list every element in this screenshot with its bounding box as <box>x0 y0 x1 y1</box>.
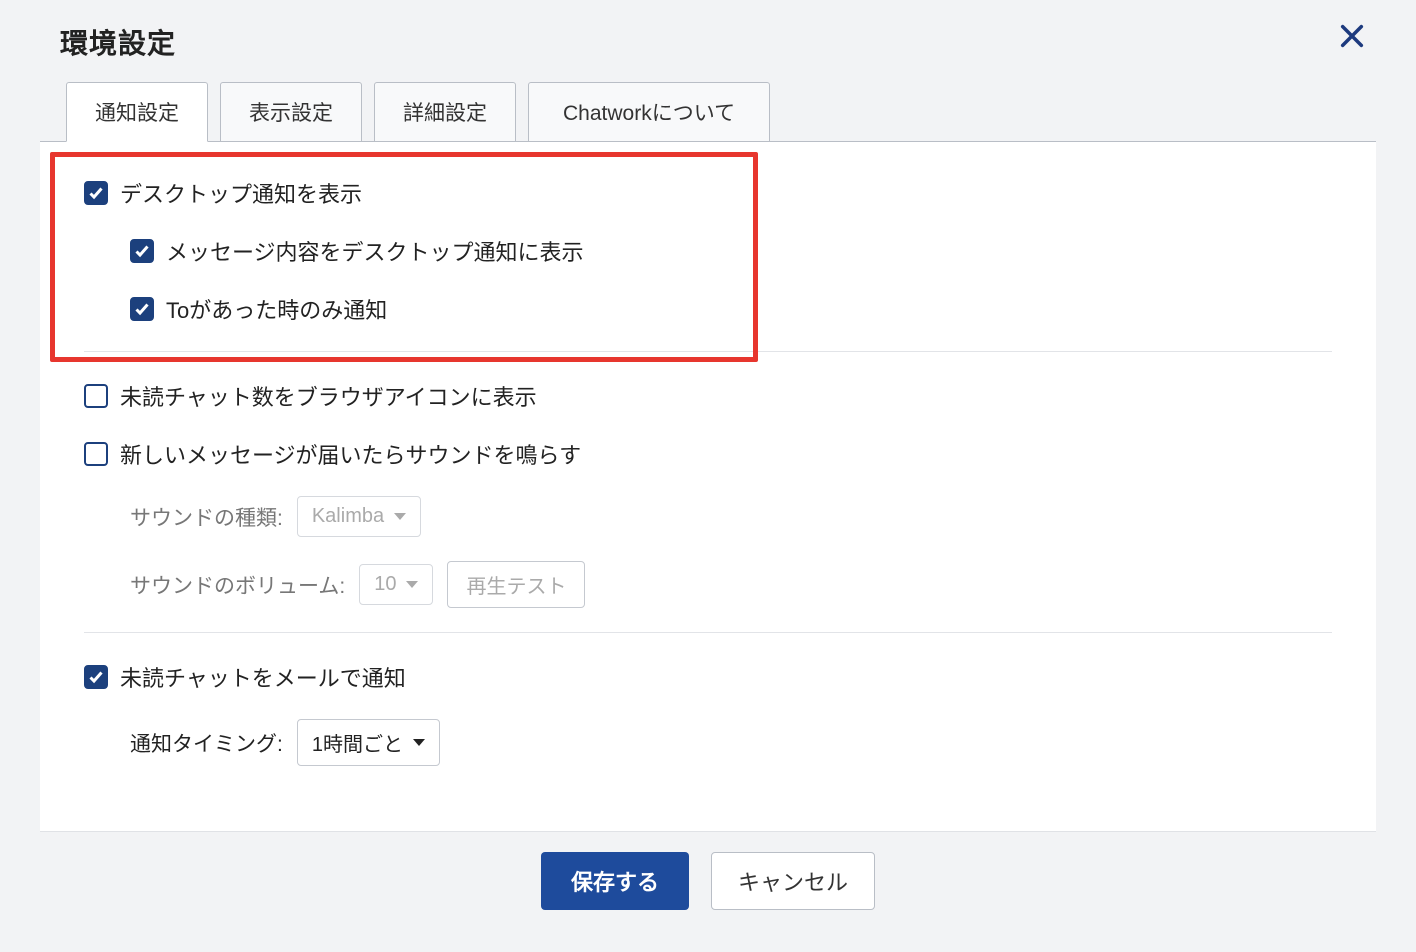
option-label: デスクトップ通知を表示 <box>120 177 362 209</box>
sound-type-select[interactable]: Kalimba <box>297 496 421 537</box>
option-desktop-notify: デスクトップ通知を表示 <box>84 177 1332 209</box>
select-value: Kalimba <box>312 505 384 528</box>
sound-type-label: サウンドの種類: <box>130 502 283 532</box>
option-label: 新しいメッセージが届いたらサウンドを鳴らす <box>120 438 581 470</box>
panel-content: デスクトップ通知を表示 メッセージ内容をデスクトップ通知に表示 Toがあった時の… <box>40 142 1376 800</box>
tab-display[interactable]: 表示設定 <box>220 82 362 142</box>
tab-bar: 通知設定 表示設定 詳細設定 Chatworkについて <box>58 82 1358 142</box>
tab-about[interactable]: Chatworkについて <box>528 82 770 142</box>
play-test-button[interactable]: 再生テスト <box>447 561 585 608</box>
option-desktop-notify-content: メッセージ内容をデスクトップ通知に表示 <box>130 235 1332 267</box>
sound-volume-select[interactable]: 10 <box>359 564 433 605</box>
email-timing-row: 通知タイミング: 1時間ごと <box>130 719 1332 766</box>
chevron-down-icon <box>413 739 425 746</box>
checkbox-email-notify[interactable] <box>84 665 108 689</box>
checkbox-desktop-notify-content[interactable] <box>130 239 154 263</box>
cancel-button[interactable]: キャンセル <box>711 852 875 910</box>
tab-advanced[interactable]: 詳細設定 <box>374 82 516 142</box>
select-value: 10 <box>374 573 396 596</box>
checkbox-sound[interactable] <box>84 442 108 466</box>
option-label: 未読チャット数をブラウザアイコンに表示 <box>120 380 537 412</box>
option-email-notify: 未読チャットをメールで通知 <box>84 661 1332 693</box>
option-desktop-notify-to-only: Toがあった時のみ通知 <box>130 293 1332 325</box>
tab-panel: デスクトップ通知を表示 メッセージ内容をデスクトップ通知に表示 Toがあった時の… <box>40 141 1376 831</box>
dialog-header: 環境設定 通知設定 表示設定 詳細設定 Chatworkについて <box>40 0 1376 142</box>
option-label: Toがあった時のみ通知 <box>166 293 387 325</box>
option-label: メッセージ内容をデスクトップ通知に表示 <box>166 235 584 267</box>
email-timing-select[interactable]: 1時間ごと <box>297 719 440 766</box>
dialog-title: 環境設定 <box>60 22 1358 62</box>
email-timing-label: 通知タイミング: <box>130 728 283 758</box>
sound-type-row: サウンドの種類: Kalimba <box>130 496 1332 537</box>
separator <box>84 632 1332 633</box>
chevron-down-icon <box>406 581 418 588</box>
dialog-footer: 保存する キャンセル <box>40 831 1376 936</box>
tab-notification[interactable]: 通知設定 <box>66 82 208 142</box>
checkbox-desktop-notify-to-only[interactable] <box>130 297 154 321</box>
checkbox-desktop-notify[interactable] <box>84 181 108 205</box>
option-label: 未読チャットをメールで通知 <box>120 661 406 693</box>
checkbox-unread-badge[interactable] <box>84 384 108 408</box>
close-icon[interactable] <box>1338 22 1366 50</box>
chevron-down-icon <box>394 513 406 520</box>
sound-volume-row: サウンドのボリューム: 10 再生テスト <box>130 561 1332 608</box>
option-sound: 新しいメッセージが届いたらサウンドを鳴らす <box>84 438 1332 470</box>
save-button[interactable]: 保存する <box>541 852 689 910</box>
option-unread-badge: 未読チャット数をブラウザアイコンに表示 <box>84 380 1332 412</box>
settings-dialog: 環境設定 通知設定 表示設定 詳細設定 Chatworkについて デスクトップ通… <box>40 0 1376 936</box>
sound-volume-label: サウンドのボリューム: <box>130 570 345 600</box>
separator <box>84 351 1332 352</box>
select-value: 1時間ごと <box>312 728 403 757</box>
